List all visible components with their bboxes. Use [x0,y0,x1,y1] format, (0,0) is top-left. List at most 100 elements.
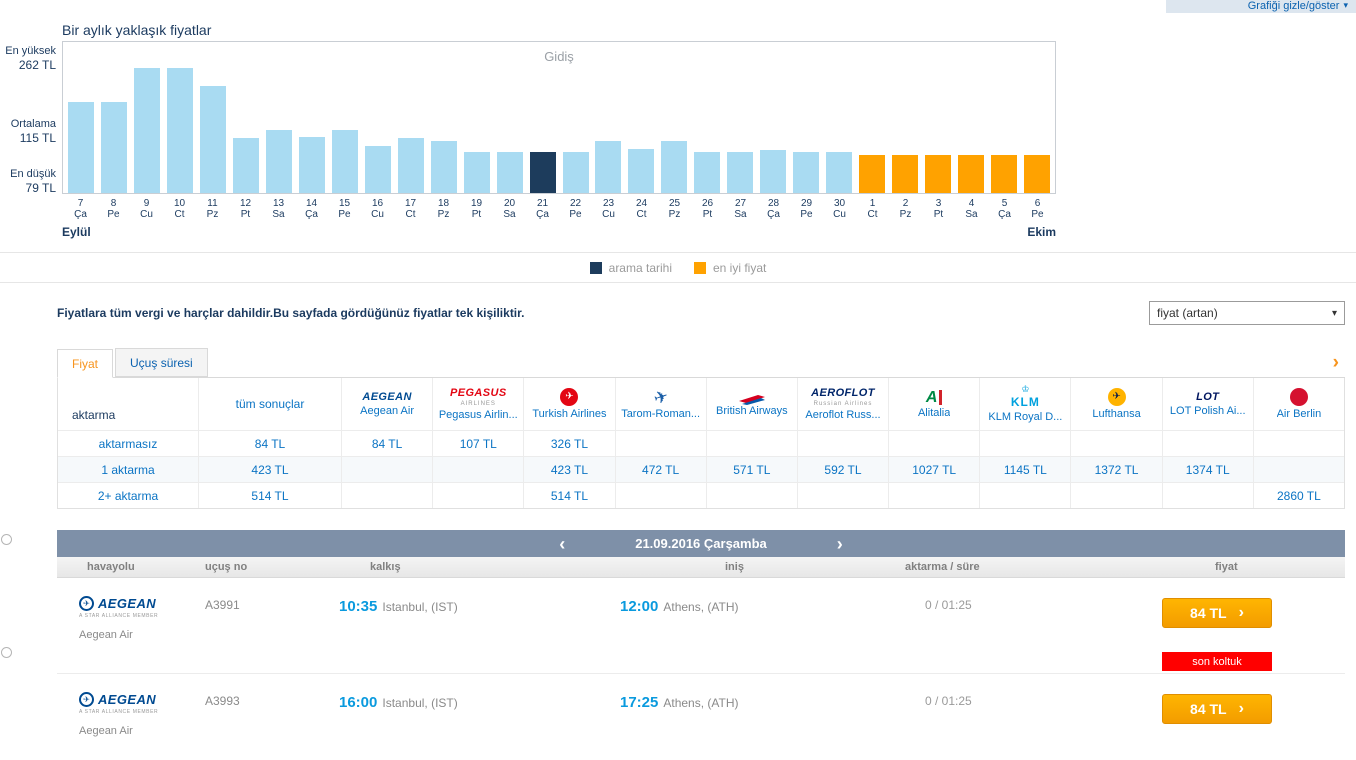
price-bar-28-Ça[interactable] [760,150,786,193]
matrix-header-aktarma: aktarma [58,378,198,430]
bar-slot [197,86,230,193]
date-navigation-bar: ‹ 21.09.2016 Çarşamba › [57,530,1345,557]
bar-slot [987,155,1020,193]
price-bar-4-Sa[interactable] [958,155,984,193]
price-bar-24-Ct[interactable] [628,149,654,193]
matrix-airline-column-5[interactable]: AEROFLOTRussian AirlinesAeroflot Russ... [797,378,888,430]
price-bar-1-Ct[interactable] [859,155,885,193]
matrix-cell-2-7 [888,482,979,508]
price-bar-17-Ct[interactable] [398,138,424,193]
toggle-chart-link[interactable]: Grafiği gizle/göster [1248,0,1340,12]
chevron-down-icon: ▾ [1332,308,1337,319]
matrix-cell-1-4[interactable]: 472 TL [615,456,706,482]
matrix-cell-2-11[interactable]: 2860 TL [1253,482,1344,508]
price-bar-23-Cu[interactable] [595,141,621,193]
price-bar-22-Pe[interactable] [563,152,589,193]
price-bar-18-Pz[interactable] [431,141,457,193]
price-chart-section: Bir aylık yaklaşık fiyatlar En yüksek 26… [0,22,1056,239]
price-bar-20-Sa[interactable] [497,152,523,193]
matrix-row-label-0[interactable]: aktarmasız [58,430,198,456]
tab-ucus-suresi[interactable]: Uçuş süresi [115,348,208,377]
matrix-cell-1-3[interactable]: 423 TL [523,456,614,482]
arrival-cell: 12:00Athens, (ATH) [620,578,903,673]
price-bar-16-Cu[interactable] [365,146,391,193]
next-day-icon[interactable]: › [837,535,843,553]
price-bar-25-Pz[interactable] [661,141,687,193]
selected-date: 21.09.2016 Çarşamba [635,536,767,551]
chart-legend: arama tarihi en iyi fiyat [0,252,1356,283]
star-alliance-text: A STAR ALLIANCE MEMBER [79,709,205,715]
matrix-row-label-1[interactable]: 1 aktarma [58,456,198,482]
matrix-airline-column-10[interactable]: Air Berlin [1253,378,1344,430]
matrix-next-arrow-icon[interactable]: › [1333,352,1339,374]
matrix-row-label-2[interactable]: 2+ aktarma [58,482,198,508]
matrix-cell-1-10[interactable]: 1374 TL [1162,456,1253,482]
filter-radio[interactable] [1,534,12,545]
price-bar-26-Pt[interactable] [694,152,720,193]
bar-axis-label: 25Pz [658,198,691,220]
price-bar-19-Pt[interactable] [464,152,490,193]
price-bar-30-Cu[interactable] [826,152,852,193]
bar-slot [296,137,329,193]
matrix-airline-column-3[interactable]: ✈Tarom-Roman... [615,378,706,430]
matrix-airline-column-0[interactable]: AEGEANAegean Air [341,378,432,430]
price-bar-6-Pe[interactable] [1024,155,1050,193]
sort-select-value: fiyat (artan) [1157,306,1218,320]
matrix-airline-column-2[interactable]: ✈Turkish Airlines [523,378,614,430]
matrix-airline-name: Air Berlin [1277,408,1322,420]
bar-axis-label: 5Ça [988,198,1021,220]
matrix-cell-0-0[interactable]: 84 TL [198,430,341,456]
price-bar-29-Pe[interactable] [793,152,819,193]
matrix-cell-1-8[interactable]: 1145 TL [979,456,1070,482]
matrix-cell-1-5[interactable]: 571 TL [706,456,797,482]
price-bar-21-Ça[interactable] [530,152,556,193]
matrix-cell-0-3[interactable]: 326 TL [523,430,614,456]
price-bar-3-Pt[interactable] [925,155,951,193]
price-bar-5-Ça[interactable] [991,155,1017,193]
price-bar-7-Ça[interactable] [68,102,94,193]
matrix-cell-2-0[interactable]: 514 TL [198,482,341,508]
price-bar-11-Pz[interactable] [200,86,226,193]
matrix-cell-1-9[interactable]: 1372 TL [1070,456,1161,482]
price-bar-9-Cu[interactable] [134,68,160,193]
matrix-airline-column-7[interactable]: ♔KLMKLM Royal D... [979,378,1070,430]
pegasus-logo: PEGASUS [450,387,507,399]
price-bar-14-Ça[interactable] [299,137,325,193]
matrix-airline-column-4[interactable]: British Airways [706,378,797,430]
matrix-cell-1-0[interactable]: 423 TL [198,456,341,482]
tab-fiyat[interactable]: Fiyat [57,349,113,378]
bar-slot [526,152,559,193]
bar-slot [65,102,98,193]
select-flight-button[interactable]: 84 TL› [1162,694,1272,724]
matrix-airline-column-6[interactable]: AAlitalia [888,378,979,430]
best-price-swatch-icon [694,262,706,274]
matrix-cell-1-6[interactable]: 592 TL [797,456,888,482]
price-bar-27-Sa[interactable] [727,152,753,193]
bar-slot [493,152,526,193]
matrix-cell-0-2[interactable]: 107 TL [432,430,523,456]
matrix-airline-column-1[interactable]: PEGASUSAIRLINESPegasus Airlin... [432,378,523,430]
select-flight-button[interactable]: 84 TL› [1162,598,1272,628]
matrix-cell-2-3[interactable]: 514 TL [523,482,614,508]
price-bar-15-Pe[interactable] [332,130,358,193]
aeroflot-logo: AEROFLOT [811,387,875,399]
price-bar-10-Ct[interactable] [167,68,193,193]
y-marker-min: En düşük 79 TL [0,167,56,195]
aegean-emblem-icon: ✈ [79,596,94,611]
matrix-cell-0-1[interactable]: 84 TL [341,430,432,456]
bar-slot [823,152,856,193]
price-bar-2-Pz[interactable] [892,155,918,193]
price-bar-8-Pe[interactable] [101,102,127,193]
matrix-airline-name: Turkish Airlines [532,408,606,420]
matrix-airline-column-8[interactable]: ✈Lufthansa [1070,378,1161,430]
matrix-cell-1-7[interactable]: 1027 TL [888,456,979,482]
sort-select[interactable]: fiyat (artan) ▾ [1149,301,1345,325]
matrix-airline-column-9[interactable]: LOTLOT Polish Ai... [1162,378,1253,430]
previous-day-icon[interactable]: ‹ [559,535,565,553]
matrix-header-all-results[interactable]: tüm sonuçlar [198,378,341,430]
price-bar-13-Sa[interactable] [266,130,292,193]
price-bar-12-Pt[interactable] [233,138,259,193]
flight-results: ‹ 21.09.2016 Çarşamba › havayolu uçuş no… [57,530,1345,760]
bar-axis-label: 19Pt [460,198,493,220]
filter-radio[interactable] [1,647,12,658]
